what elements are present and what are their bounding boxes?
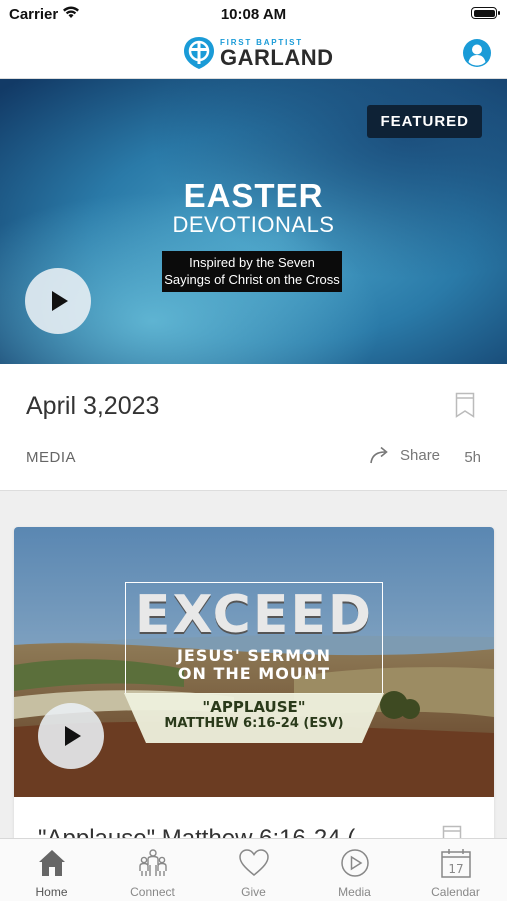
profile-icon[interactable] <box>462 38 492 68</box>
sermon-series-subtitle: JESUS' SERMON ON THE MOUNT <box>125 647 383 683</box>
status-bar: Carrier 10:08 AM <box>0 0 507 28</box>
hero-title-main: EASTER <box>183 177 324 214</box>
cross-shield-icon <box>184 37 214 69</box>
hero-title-sub: DEVOTIONALS <box>172 212 335 237</box>
sermon-quote: "APPLAUSE" <box>202 698 306 716</box>
sermon-card[interactable]: EXCEED JESUS' SERMON ON THE MOUNT "APPLA… <box>14 527 494 857</box>
calendar-icon-day: 17 <box>448 862 463 876</box>
featured-image[interactable]: FEATURED EASTER DEVOTIONALS Inspired by … <box>0 79 507 364</box>
hero-caption-line2: Sayings of Christ on the Cross <box>164 272 340 287</box>
battery-icon <box>471 7 500 19</box>
hero-caption-line1: Inspired by the Seven <box>189 255 315 270</box>
tab-connect[interactable]: Connect <box>102 839 203 901</box>
tab-home-label: Home <box>35 885 68 899</box>
sermon-series-subtitle-line2: ON THE MOUNT <box>177 664 331 683</box>
clock: 10:08 AM <box>220 6 287 23</box>
tab-give-label: Give <box>241 885 266 899</box>
calendar-icon: 17 <box>441 849 471 878</box>
hero-title: EASTER DEVOTIONALS <box>0 179 507 237</box>
featured-card-details[interactable]: April 3,2023 MEDIA Share 5h <box>0 364 507 491</box>
heart-icon <box>239 849 269 876</box>
tab-calendar[interactable]: 17 Calendar <box>405 839 506 901</box>
tab-connect-label: Connect <box>130 885 175 899</box>
church-logo[interactable]: FIRST BAPTIST GARLAND <box>182 33 334 73</box>
share-label: Share <box>400 446 441 464</box>
card-age: 5h <box>464 449 481 466</box>
bookmark-icon[interactable] <box>455 392 475 418</box>
tab-bar: Home Connect Give Media 17 Calendar <box>0 838 507 901</box>
sermon-reference: MATTHEW 6:16-24 (ESV) <box>164 716 344 731</box>
hero-caption: Inspired by the Seven Sayings of Christ … <box>162 251 342 292</box>
card-date: April 3,2023 <box>26 392 160 420</box>
tab-give[interactable]: Give <box>203 839 304 901</box>
sermon-series-subtitle-line1: JESUS' SERMON <box>176 646 332 665</box>
people-icon <box>139 849 167 876</box>
featured-badge: FEATURED <box>367 105 482 138</box>
sermon-banner-text: "APPLAUSE" MATTHEW 6:16-24 (ESV) <box>124 698 384 732</box>
tab-media-label: Media <box>338 885 371 899</box>
sermon-image[interactable]: EXCEED JESUS' SERMON ON THE MOUNT "APPLA… <box>14 527 494 797</box>
home-icon <box>39 850 65 876</box>
play-button[interactable] <box>25 268 91 334</box>
logo-big-text: GARLAND <box>220 44 334 70</box>
tab-media[interactable]: Media <box>304 839 405 901</box>
sermon-series-title: EXCEED <box>134 585 374 645</box>
card-category: MEDIA <box>26 449 77 466</box>
tab-home[interactable]: Home <box>1 839 102 901</box>
share-arrow-icon <box>370 446 388 464</box>
app-header: FIRST BAPTIST GARLAND <box>0 28 507 79</box>
sermon-play-button[interactable] <box>38 703 104 769</box>
tab-calendar-label: Calendar <box>431 885 480 899</box>
play-circle-icon <box>341 849 369 877</box>
share-button[interactable]: Share <box>370 446 440 464</box>
